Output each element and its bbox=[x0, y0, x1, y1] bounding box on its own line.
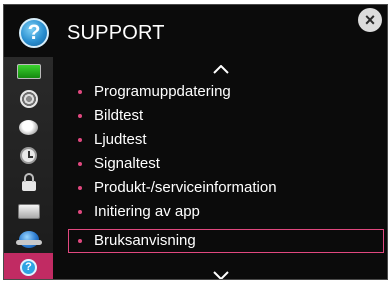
menu-item-label: Bildtest bbox=[94, 107, 144, 124]
menu-item-label: Signaltest bbox=[94, 155, 160, 172]
bullet-icon bbox=[78, 138, 82, 142]
menu-item-label: Initiering av app bbox=[94, 203, 200, 220]
bullet-icon bbox=[78, 114, 82, 118]
menu-item-signal-test[interactable]: Signaltest bbox=[68, 153, 384, 175]
menu-item-app-initialize[interactable]: Initiering av app bbox=[68, 201, 384, 223]
clock-icon bbox=[20, 146, 37, 164]
panel-title: SUPPORT bbox=[67, 22, 165, 44]
sidebar: ? bbox=[4, 57, 53, 279]
disc-icon bbox=[19, 119, 38, 135]
sidebar-item-storage[interactable] bbox=[4, 197, 53, 225]
hard-drive-icon bbox=[17, 203, 40, 219]
menu-item-user-guide[interactable]: Bruksanvisning bbox=[68, 229, 384, 253]
speaker-icon bbox=[19, 90, 38, 108]
scroll-down-chevron-icon[interactable] bbox=[213, 271, 229, 279]
sidebar-item-network[interactable] bbox=[4, 225, 53, 253]
support-menu: Programuppdatering Bildtest Ljudtest Sig… bbox=[62, 57, 387, 279]
bullet-icon bbox=[78, 90, 82, 94]
menu-item-label: Produkt-/serviceinformation bbox=[94, 179, 277, 196]
help-icon: ? bbox=[20, 258, 37, 276]
support-panel: ? SUPPORT × ? Programuppdatering Bildtes… bbox=[3, 4, 388, 280]
menu-item-label: Bruksanvisning bbox=[94, 232, 196, 249]
sidebar-item-channels[interactable] bbox=[4, 113, 53, 141]
bullet-icon bbox=[78, 162, 82, 166]
menu-item-picture-test[interactable]: Bildtest bbox=[68, 105, 384, 127]
tv-icon bbox=[16, 63, 41, 79]
sidebar-item-picture[interactable] bbox=[4, 57, 53, 85]
sidebar-item-time[interactable] bbox=[4, 141, 53, 169]
sidebar-item-support[interactable]: ? bbox=[4, 253, 53, 279]
menu-item-sound-test[interactable]: Ljudtest bbox=[68, 129, 384, 151]
menu-item-software-update[interactable]: Programuppdatering bbox=[68, 81, 384, 103]
help-badge-icon: ? bbox=[19, 18, 49, 48]
bullet-icon bbox=[78, 186, 82, 190]
bullet-icon bbox=[78, 210, 82, 214]
menu-item-label: Ljudtest bbox=[94, 131, 147, 148]
menu-item-label: Programuppdatering bbox=[94, 83, 231, 100]
scroll-up-chevron-icon[interactable] bbox=[213, 65, 229, 74]
sidebar-item-sound[interactable] bbox=[4, 85, 53, 113]
header: ? SUPPORT × bbox=[4, 5, 387, 57]
lock-icon bbox=[21, 173, 36, 191]
bullet-icon bbox=[78, 239, 82, 243]
close-button[interactable]: × bbox=[358, 8, 382, 32]
globe-icon bbox=[15, 230, 42, 248]
sidebar-item-lock[interactable] bbox=[4, 169, 53, 197]
menu-item-product-info[interactable]: Produkt-/serviceinformation bbox=[68, 177, 384, 199]
